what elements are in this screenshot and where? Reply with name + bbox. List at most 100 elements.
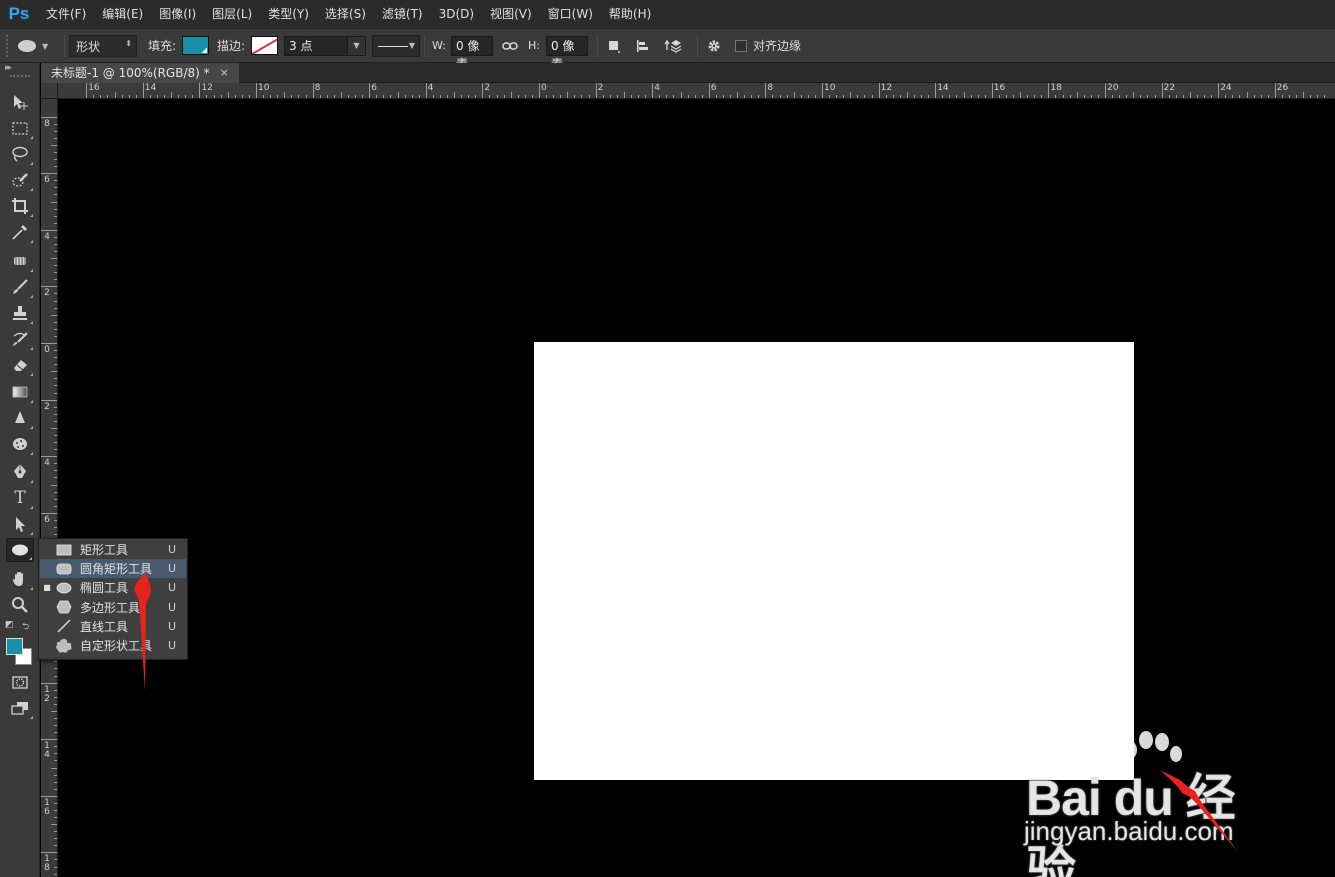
- quick-selection-icon: [12, 173, 28, 187]
- shape-tool[interactable]: [6, 538, 34, 562]
- no-color-slash-icon: [252, 37, 277, 54]
- double-chevron-right-icon[interactable]: ▸▸: [5, 63, 12, 73]
- clone-stamp-tool[interactable]: [6, 301, 34, 325]
- ruler-minor-tick: [503, 95, 505, 98]
- tool-mode-value: 形状: [76, 39, 101, 54]
- eraser-tool[interactable]: [6, 353, 34, 377]
- ruler-minor-tick: [333, 95, 335, 98]
- ruler-minor-tick: [807, 95, 809, 98]
- menu-layer[interactable]: 图层(L): [204, 0, 260, 28]
- ruler-minor-tick: [54, 420, 57, 422]
- close-icon[interactable]: ×: [220, 63, 229, 83]
- fill-color-swatch[interactable]: ◢: [182, 36, 209, 55]
- stroke-color-swatch[interactable]: [251, 36, 278, 55]
- hand-tool[interactable]: [6, 567, 34, 591]
- shortcut-key: U: [168, 600, 177, 614]
- ruler-major-tick: [1218, 83, 1220, 98]
- path-arrangement-icon[interactable]: [664, 38, 682, 54]
- gear-icon[interactable]: [705, 38, 723, 54]
- menu-file[interactable]: 文件(F): [38, 0, 94, 28]
- foreground-color-swatch[interactable]: [6, 638, 23, 655]
- menu-window[interactable]: 窗口(W): [540, 0, 601, 28]
- menu-select[interactable]: 选择(S): [317, 0, 374, 28]
- tool-preset-picker[interactable]: ▼: [18, 29, 62, 63]
- swap-colors-icon[interactable]: ⮌: [22, 619, 29, 635]
- ruler-minor-tick: [206, 95, 208, 98]
- ruler-minor-tick: [567, 92, 569, 98]
- ruler-minor-tick: [560, 95, 562, 98]
- pen-tool[interactable]: [6, 460, 34, 484]
- crop-tool[interactable]: [6, 194, 34, 218]
- blur-tool[interactable]: [6, 406, 34, 430]
- current-tool-bullet: ■: [43, 583, 51, 593]
- link-icon[interactable]: [501, 38, 519, 54]
- path-alignment-icon[interactable]: [634, 38, 652, 54]
- marquee-tool[interactable]: [6, 116, 34, 140]
- ruler-minor-tick: [54, 668, 57, 670]
- vertical-ruler[interactable]: 8642024681 01 21 41 61 8: [41, 99, 58, 877]
- menu-help[interactable]: 帮助(H): [601, 0, 659, 28]
- zoom-tool[interactable]: [6, 593, 34, 617]
- menu-filter[interactable]: 滤镜(T): [374, 0, 431, 28]
- brush-tool[interactable]: [6, 275, 34, 299]
- horizontal-ruler[interactable]: 16 14 12 10 8 6 4 2 0 2 4 6 8 10 12 14 16 18 20 22 24 26: [41, 83, 1335, 99]
- lasso-tool[interactable]: [6, 142, 34, 166]
- menu-view[interactable]: 视图(V): [482, 0, 540, 28]
- eyedropper-tool[interactable]: [6, 220, 34, 244]
- ruler-minor-tick: [581, 95, 583, 98]
- width-field[interactable]: 0 像素: [451, 36, 493, 71]
- menu-edit[interactable]: 编辑(E): [94, 0, 151, 28]
- ruler-minor-tick: [836, 95, 838, 98]
- ruler-origin[interactable]: [41, 83, 58, 99]
- type-tool[interactable]: T: [6, 486, 34, 510]
- height-field[interactable]: 0 像素: [546, 36, 588, 71]
- flyout-item-polygon[interactable]: 多边形工具 U: [40, 598, 186, 617]
- ruler-minor-tick: [998, 95, 1000, 98]
- tools-panel-header[interactable]: ▸▸: [0, 63, 39, 81]
- history-brush-tool[interactable]: [6, 327, 34, 351]
- chevron-down-icon[interactable]: ▼: [347, 37, 365, 55]
- ruler-minor-tick: [51, 767, 57, 769]
- flyout-item-line[interactable]: 直线工具 U: [40, 617, 186, 636]
- ruler-label: 2: [484, 83, 491, 93]
- ruler-minor-tick: [715, 95, 717, 98]
- quick-selection-tool[interactable]: [6, 168, 34, 192]
- tool-mode-select[interactable]: 形状 ⬍: [69, 35, 137, 57]
- ruler-major-tick: [1161, 83, 1163, 98]
- path-operations-icon[interactable]: [605, 38, 623, 54]
- flyout-item-rectangle[interactable]: 矩形工具 U: [40, 540, 186, 559]
- document-tab[interactable]: 未标题-1 @ 100%(RGB/8) * ×: [41, 63, 239, 83]
- ruler-minor-tick: [1232, 95, 1234, 98]
- quick-mask-button[interactable]: [6, 670, 34, 694]
- ruler-minor-tick: [390, 95, 392, 98]
- ellipse-icon: [12, 544, 28, 556]
- stroke-type-picker[interactable]: ▼: [372, 35, 420, 57]
- menu-3d[interactable]: 3D(D): [431, 0, 482, 28]
- path-selection-tool[interactable]: [6, 512, 34, 536]
- ruler-minor-tick: [54, 717, 57, 719]
- flyout-item-rounded-rectangle[interactable]: 圆角矩形工具 U: [40, 559, 186, 579]
- flyout-item-custom-shape[interactable]: 自定形状工具 U: [40, 636, 186, 655]
- ruler-minor-tick: [1154, 95, 1156, 98]
- ruler-minor-tick: [284, 92, 286, 98]
- ruler-minor-tick: [54, 442, 57, 444]
- align-edges-checkbox[interactable]: [735, 40, 747, 52]
- ruler-minor-tick: [54, 222, 57, 224]
- rounded-rectangle-icon: [54, 561, 74, 577]
- options-bar-grip[interactable]: [6, 35, 10, 57]
- move-tool[interactable]: [6, 90, 34, 114]
- gradient-tool[interactable]: [6, 380, 34, 404]
- document-canvas[interactable]: [534, 342, 1134, 780]
- menu-type[interactable]: 类型(Y): [260, 0, 317, 28]
- flyout-item-ellipse[interactable]: ■ 椭圆工具 U: [40, 578, 186, 597]
- dodge-tool[interactable]: [6, 432, 34, 456]
- healing-brush-tool[interactable]: [6, 249, 34, 273]
- ruler-minor-tick: [1097, 95, 1099, 98]
- menu-image[interactable]: 图像(I): [151, 0, 204, 28]
- default-colors-icon[interactable]: ◩: [5, 620, 14, 630]
- stroke-width-field[interactable]: 3 点 ▼: [284, 36, 366, 56]
- document-title: 未标题-1 @ 100%(RGB/8) *: [51, 66, 210, 80]
- divider: [597, 35, 598, 57]
- screen-mode-button[interactable]: [6, 696, 34, 720]
- ruler-minor-tick: [1076, 92, 1078, 98]
